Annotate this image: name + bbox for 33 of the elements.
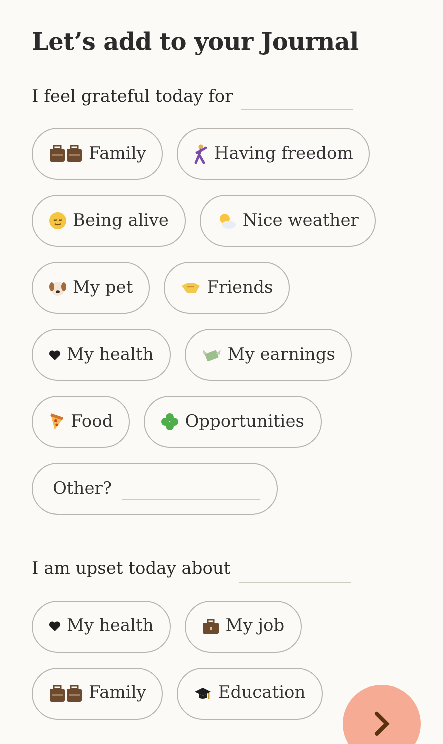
smiling-face-icon xyxy=(49,212,67,230)
option-chip[interactable]: My health xyxy=(32,600,171,653)
option-chip[interactable]: Food xyxy=(32,396,130,448)
pizza-slice-icon xyxy=(49,413,65,432)
prompt-text: I feel grateful today for xyxy=(32,86,234,109)
other-label: Other? xyxy=(53,478,112,501)
dancing-figure-icon xyxy=(194,144,208,164)
option-chip[interactable]: My health xyxy=(32,329,171,382)
dog-face-icon xyxy=(49,279,67,298)
option-chip[interactable]: My earnings xyxy=(184,329,352,382)
luggage-icon xyxy=(49,145,83,164)
graduation-cap-icon xyxy=(194,686,212,702)
page-title: Let’s add to your Journal xyxy=(32,28,360,57)
option-chip[interactable]: Being alive xyxy=(32,195,186,248)
prompt-text: I am upset today about xyxy=(32,558,231,582)
option-chip[interactable]: Nice weather xyxy=(200,195,376,248)
option-chip[interactable]: Opportunities xyxy=(144,396,322,448)
heart-icon xyxy=(49,621,61,632)
chevron-right-icon xyxy=(374,711,390,737)
luggage-icon xyxy=(49,684,83,703)
heart-icon xyxy=(49,350,61,361)
option-chip[interactable]: Family xyxy=(32,668,164,720)
handshake-icon xyxy=(181,281,202,296)
clover-icon xyxy=(161,413,180,432)
option-chip[interactable]: My pet xyxy=(32,262,150,314)
option-chip[interactable]: Family xyxy=(32,128,164,180)
option-chip[interactable]: My job xyxy=(184,600,302,653)
next-button[interactable] xyxy=(343,685,421,744)
option-chip[interactable]: Friends xyxy=(164,262,290,314)
other-chip[interactable]: Other? xyxy=(32,463,278,516)
briefcase-icon xyxy=(202,618,220,635)
option-chip[interactable]: Having freedom xyxy=(177,128,370,180)
option-chip[interactable]: Education xyxy=(177,668,323,720)
